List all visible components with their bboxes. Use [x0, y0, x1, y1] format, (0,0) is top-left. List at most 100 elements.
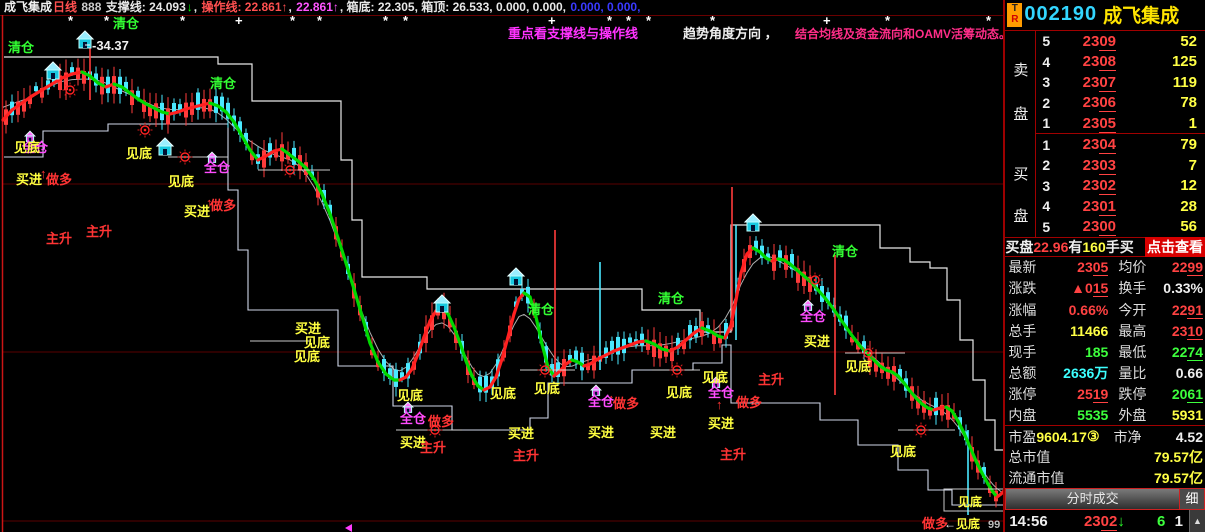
pb-label: 市净: [1113, 428, 1142, 445]
bid-row[interactable]: 1 2304 79: [1036, 134, 1205, 155]
svg-text:主升: 主升: [720, 447, 746, 462]
indicator-title-bar: 成飞集成日线 888 支撑线: 24.093↓, 操作线: 22.861↑, 2…: [0, 0, 1004, 16]
svg-text:*: *: [180, 15, 186, 28]
svg-text:主升: 主升: [86, 224, 112, 239]
svg-text:全仓: 全仓: [799, 309, 827, 324]
title-segment: , 箱底: 22.305, 箱顶: 26.533, 0.000, 0.000,: [339, 0, 570, 14]
tab-tick-trades[interactable]: 分时成交: [1006, 489, 1179, 509]
svg-text:见底: 见底: [294, 349, 320, 364]
quote-stats: 最新 2305 均价 2299 涨跌 ▲015 换手 0.33% 涨幅 0.66% 今开 2291 总手…: [1005, 257, 1205, 426]
sell-label: 卖: [1013, 61, 1029, 79]
svg-text:买进: 买进: [650, 425, 676, 440]
title-segment: 成飞集成: [4, 0, 53, 14]
svg-text:主升: 主升: [758, 372, 784, 387]
quote-panel: TR 002190 成飞集成 卖 盘 买 盘 5 2309 52 4 2308 125 3 2…: [1003, 0, 1205, 532]
svg-text:见底: 见底: [168, 174, 194, 189]
svg-text:见底: 见底: [845, 359, 871, 374]
market-cap-value: 79.57亿: [1153, 449, 1203, 466]
ask-row[interactable]: 3 2307 119: [1036, 72, 1205, 93]
bid-row[interactable]: 3 2302 12: [1036, 175, 1205, 196]
svg-text:见底: 见底: [14, 140, 40, 155]
trade-volume: 6: [1156, 512, 1166, 530]
kline-chart-canvas[interactable]: ↑↑↑↑ ↑全仓全仓全仓全仓全仓全仓清仓清仓清仓清仓清仓清仓见底 见底见底见底见底见…: [0, 13, 1011, 532]
bid-rows: 1 2304 79 2 2303 7 3 2302 12 4 2301 28 5 2300 56: [1036, 133, 1205, 237]
stat-row: 现手 185 最低 2274: [1008, 343, 1203, 361]
bottom-marker-icon: [345, 524, 352, 532]
scroll-up-arrow[interactable]: ▲: [1189, 510, 1205, 532]
order-book-rows: 5 2309 52 4 2308 125 3 2307 119 2 2306 78 1 2305 1 1 23…: [1036, 31, 1205, 237]
market-cap-label: 总市值: [1008, 449, 1051, 466]
stock-name[interactable]: 成飞集成: [1103, 1, 1179, 28]
buy-queue-notice: 买盘 22.96 有 160 手买 点击查看: [1005, 236, 1205, 257]
svg-text:买进: 买进: [708, 416, 734, 431]
order-book: 卖 盘 买 盘 5 2309 52 4 2308 125 3 2307 119 2 2306 78 1 2…: [1005, 30, 1205, 237]
svg-text:-34.37: -34.37: [92, 38, 129, 53]
notice-price: 22.96: [1033, 238, 1069, 255]
house-sell-icon: [155, 137, 175, 156]
notice-prefix: 买盘: [1005, 238, 1034, 255]
market-cap-row: 总市值 79.57亿: [1005, 447, 1205, 468]
pe-badge[interactable]: ③: [1087, 428, 1100, 445]
order-book-side-labels: 卖 盘 买 盘: [1005, 30, 1037, 237]
svg-text:清仓: 清仓: [528, 302, 555, 317]
svg-text:买进: 买进: [184, 204, 210, 219]
svg-text:+: +: [235, 15, 243, 28]
svg-text:买进: 买进: [588, 425, 614, 440]
detail-button[interactable]: 细: [1179, 489, 1204, 509]
buy-label: 买: [1013, 165, 1029, 183]
svg-text:做多: 做多: [45, 172, 72, 187]
buy-pan-label: 盘: [1013, 207, 1029, 225]
ask-row[interactable]: 1 2305 1: [1036, 113, 1205, 134]
svg-text:买进: 买进: [804, 334, 830, 349]
bid-row[interactable]: 2 2303 7: [1036, 155, 1205, 176]
tr-badge-icon[interactable]: TR: [1007, 2, 1023, 27]
svg-text:趋势角度方向 ，: 趋势角度方向 ，: [683, 26, 778, 41]
svg-text:*: *: [317, 15, 323, 28]
svg-text:清仓: 清仓: [8, 40, 35, 55]
stat-row: 总额 2636万 量比 0.66: [1008, 364, 1203, 381]
notice-suffix: 手买: [1105, 238, 1134, 255]
svg-text:买进: 买进: [508, 426, 534, 441]
bid-row[interactable]: 4 2301 28: [1036, 196, 1205, 217]
svg-text:*: *: [290, 15, 296, 28]
svg-text:清仓: 清仓: [832, 244, 859, 259]
svg-text:见底: 见底: [534, 381, 560, 396]
trade-count: 1: [1174, 512, 1183, 530]
house-sell-icon: [43, 61, 63, 80]
svg-text:清仓: 清仓: [113, 16, 140, 31]
svg-text:做多: 做多: [209, 198, 236, 213]
kline-chart[interactable]: ↑ ↑ ↑ ↑ ↑ 全仓 全仓 全仓 全仓 全仓 全仓 清仓 清仓 清仓 清仓 清仓 清仓 见底 见底 见底 见底 见底见…: [0, 13, 1011, 532]
ask-row[interactable]: 2 2306 78: [1036, 92, 1205, 113]
stock-code[interactable]: 002190: [1024, 3, 1097, 26]
ask-row[interactable]: 5 2309 52: [1036, 31, 1205, 52]
svg-text:全仓: 全仓: [399, 411, 427, 426]
svg-text:*: *: [383, 15, 389, 28]
trade-time: 14:56: [1009, 512, 1048, 530]
svg-text:见底: 见底: [304, 335, 330, 350]
stock-header: TR 002190 成飞集成: [1005, 0, 1205, 31]
svg-text:清仓: 清仓: [658, 291, 685, 306]
svg-text:见底: 见底: [958, 494, 982, 509]
svg-text:*: *: [646, 15, 652, 28]
title-segment: ,: [193, 0, 201, 14]
title-segment: ↓: [186, 0, 193, 14]
float-cap-row: 流通市值 79.57亿: [1005, 468, 1205, 489]
last-trade-row[interactable]: 14:56 2302 ↓ 6 1 ▲: [1005, 510, 1205, 532]
notice-volume: 160: [1082, 238, 1106, 255]
ask-row[interactable]: 4 2308 125: [1036, 51, 1205, 72]
svg-text:见底: 见底: [397, 388, 423, 403]
svg-text:见底: 见底: [126, 146, 152, 161]
sell-pan-label: 盘: [1013, 105, 1029, 123]
svg-text:*: *: [68, 15, 74, 28]
svg-text:+: +: [823, 15, 831, 28]
stat-row: 涨幅 0.66% 今开 2291: [1008, 301, 1203, 319]
svg-text:主升: 主升: [513, 448, 539, 463]
svg-text:做多: 做多: [612, 396, 639, 411]
svg-text:*: *: [104, 15, 110, 28]
title-segment: ,: [288, 0, 296, 14]
svg-text:见底: 见底: [666, 385, 692, 400]
click-to-view-button[interactable]: 点击查看: [1145, 236, 1205, 257]
bid-row[interactable]: 5 2300 56: [1036, 216, 1205, 237]
title-segment: 操作线: 22.861↑: [201, 0, 288, 14]
stat-row: 涨跌 ▲015 换手 0.33%: [1008, 280, 1203, 298]
